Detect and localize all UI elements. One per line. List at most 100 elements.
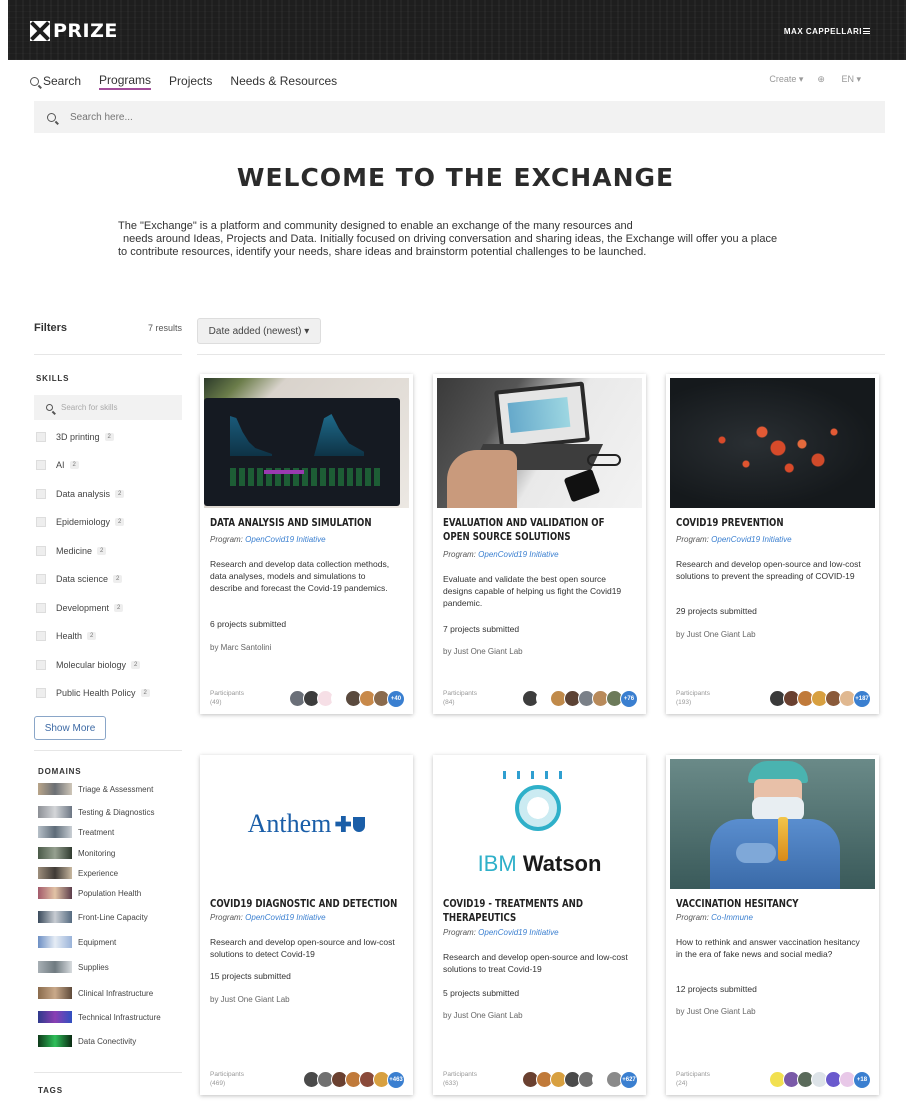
create-dropdown[interactable]: Create ▾ bbox=[769, 74, 803, 85]
domain-item[interactable]: Clinical Infrastructure bbox=[38, 987, 153, 999]
hero-line: needs around Ideas, Projects and Data. I… bbox=[123, 233, 778, 245]
participants-label: Participants bbox=[676, 690, 710, 697]
skill-filter[interactable]: Molecular biology 2 bbox=[36, 660, 141, 670]
skill-filter[interactable]: Medicine 2 bbox=[36, 546, 107, 556]
participants-label: Participants bbox=[210, 690, 244, 697]
more-participants-badge[interactable]: +463 bbox=[387, 1071, 405, 1089]
hamburger-menu-icon[interactable] bbox=[863, 28, 870, 34]
projects-submitted: 7 projects submitted bbox=[443, 624, 520, 634]
checkbox[interactable] bbox=[36, 631, 46, 641]
skill-filter[interactable]: Health 2 bbox=[36, 631, 97, 641]
participant-avatars[interactable]: +76 bbox=[522, 690, 638, 708]
nav-search[interactable]: Search bbox=[30, 74, 81, 88]
checkbox[interactable] bbox=[36, 603, 46, 613]
domain-item[interactable]: Population Health bbox=[38, 887, 141, 899]
domain-item[interactable]: Supplies bbox=[38, 961, 109, 973]
participant-avatars[interactable]: +40 bbox=[289, 690, 405, 708]
card-author: by Just One Giant Lab bbox=[676, 630, 756, 639]
card-title-line: COVID19 - TREATMENTS AND bbox=[443, 898, 583, 910]
domain-label: Front-Line Capacity bbox=[78, 912, 148, 922]
skill-count: 2 bbox=[115, 490, 125, 498]
participant-avatars[interactable]: +18 bbox=[769, 1071, 871, 1089]
program-link[interactable]: OpenCovid19 Initiative bbox=[245, 913, 326, 922]
anthem-logo: Anthem bbox=[247, 809, 332, 838]
skill-filter[interactable]: 3D printing 2 bbox=[36, 432, 114, 442]
skill-search-placeholder: Search for skills bbox=[61, 403, 118, 412]
user-name[interactable]: MAX CAPPELLARI bbox=[784, 27, 862, 36]
nav-needs-resources[interactable]: Needs & Resources bbox=[230, 74, 337, 88]
card-title[interactable]: EVALUATION AND VALIDATION OF OPEN SOURCE … bbox=[443, 516, 605, 544]
skill-filter[interactable]: Epidemiology 2 bbox=[36, 517, 125, 527]
domain-item[interactable]: Triage & Assessment bbox=[38, 783, 153, 795]
participant-avatars[interactable]: +463 bbox=[289, 1071, 405, 1089]
card-title[interactable]: COVID19 DIAGNOSTIC AND DETECTION bbox=[210, 897, 397, 911]
checkbox[interactable] bbox=[36, 660, 46, 670]
program-link[interactable]: OpenCovid19 Initiative bbox=[478, 928, 559, 937]
skill-filter[interactable]: Development 2 bbox=[36, 603, 124, 613]
projects-submitted: 15 projects submitted bbox=[210, 971, 291, 981]
skill-label: Public Health Policy bbox=[56, 688, 136, 698]
skill-filter[interactable]: Data analysis 2 bbox=[36, 489, 125, 499]
card-title[interactable]: COVID19 PREVENTION bbox=[676, 516, 837, 530]
program-link[interactable]: OpenCovid19 Initiative bbox=[245, 535, 326, 544]
skill-count: 2 bbox=[131, 661, 141, 669]
card-title[interactable]: VACCINATION HESITANCY bbox=[676, 897, 837, 911]
more-participants-badge[interactable]: +18 bbox=[853, 1071, 871, 1089]
domain-item[interactable]: Testing & Diagnostics bbox=[38, 806, 154, 818]
program-card[interactable]: VACCINATION HESITANCY Program: Co-Immune… bbox=[666, 755, 879, 1095]
more-participants-badge[interactable]: +627 bbox=[620, 1071, 638, 1089]
checkbox[interactable] bbox=[36, 432, 46, 442]
program-prefix: Program: bbox=[443, 928, 476, 937]
program-link[interactable]: Co-Immune bbox=[711, 913, 753, 922]
nav-projects[interactable]: Projects bbox=[169, 74, 212, 88]
program-prefix: Program: bbox=[676, 535, 709, 544]
checkbox[interactable] bbox=[36, 460, 46, 470]
skill-filter[interactable]: Data science 2 bbox=[36, 574, 123, 584]
language-selector[interactable]: ⊕ EN ▾ bbox=[817, 74, 861, 85]
program-link[interactable]: OpenCovid19 Initiative bbox=[711, 535, 792, 544]
program-card[interactable]: Anthem COVID19 DIAGNOSTIC AND DETECTION … bbox=[200, 755, 413, 1095]
skill-filter[interactable]: AI 2 bbox=[36, 460, 79, 470]
card-title[interactable]: COVID19 - TREATMENTS AND THERAPEUTICS bbox=[443, 897, 604, 925]
more-participants-badge[interactable]: +76 bbox=[620, 690, 638, 708]
more-participants-badge[interactable]: +40 bbox=[387, 690, 405, 708]
card-description: Research and develop open-source and low… bbox=[443, 952, 628, 974]
more-participants-badge[interactable]: +187 bbox=[853, 690, 871, 708]
skill-filter[interactable]: Public Health Policy 2 bbox=[36, 688, 150, 698]
program-card[interactable]: EVALUATION AND VALIDATION OF OPEN SOURCE … bbox=[433, 374, 646, 714]
checkbox[interactable] bbox=[36, 517, 46, 527]
checkbox[interactable] bbox=[36, 574, 46, 584]
checkbox[interactable] bbox=[36, 546, 46, 556]
program-link[interactable]: OpenCovid19 Initiative bbox=[478, 550, 559, 559]
skill-label: Development bbox=[56, 603, 110, 613]
program-card[interactable]: COVID19 PREVENTION Program: OpenCovid19 … bbox=[666, 374, 879, 714]
divider bbox=[34, 1072, 182, 1073]
checkbox[interactable] bbox=[36, 489, 46, 499]
search-input[interactable] bbox=[70, 111, 470, 123]
sort-dropdown[interactable]: Date added (newest) ▾ bbox=[197, 318, 321, 344]
nav-programs[interactable]: Programs bbox=[99, 73, 152, 90]
skill-label: Medicine bbox=[56, 546, 93, 556]
skill-search-input[interactable]: Search for skills bbox=[34, 395, 182, 420]
domain-item[interactable]: Data Conectivity bbox=[38, 1035, 136, 1047]
participant-avatars[interactable]: +627 bbox=[522, 1071, 638, 1089]
card-title[interactable]: DATA ANALYSIS AND SIMULATION bbox=[210, 516, 372, 530]
domain-item[interactable]: Front-Line Capacity bbox=[38, 911, 148, 923]
domain-item[interactable]: Monitoring bbox=[38, 847, 115, 859]
show-more-button[interactable]: Show More bbox=[34, 716, 106, 740]
skill-label: Health bbox=[56, 631, 83, 641]
card-program: Program: OpenCovid19 Initiative bbox=[443, 928, 559, 937]
program-card[interactable]: IBM Watson COVID19 - TREATMENTS AND THERA… bbox=[433, 755, 646, 1095]
domain-item[interactable]: Treatment bbox=[38, 826, 114, 838]
card-author: by Just One Giant Lab bbox=[210, 995, 290, 1004]
domain-item[interactable]: Technical Infrastructure bbox=[38, 1011, 161, 1023]
divider bbox=[34, 354, 182, 355]
domain-item[interactable]: Equipment bbox=[38, 936, 116, 948]
participant-avatars[interactable]: +187 bbox=[755, 690, 871, 708]
program-card[interactable]: DATA ANALYSIS AND SIMULATION Program: Op… bbox=[200, 374, 413, 714]
checkbox[interactable] bbox=[36, 688, 46, 698]
xprize-logo[interactable]: PRIZE bbox=[30, 20, 118, 42]
domain-label: Supplies bbox=[78, 962, 109, 972]
domain-item[interactable]: Experience bbox=[38, 867, 118, 879]
card-title-line: OPEN SOURCE SOLUTIONS bbox=[443, 531, 571, 543]
